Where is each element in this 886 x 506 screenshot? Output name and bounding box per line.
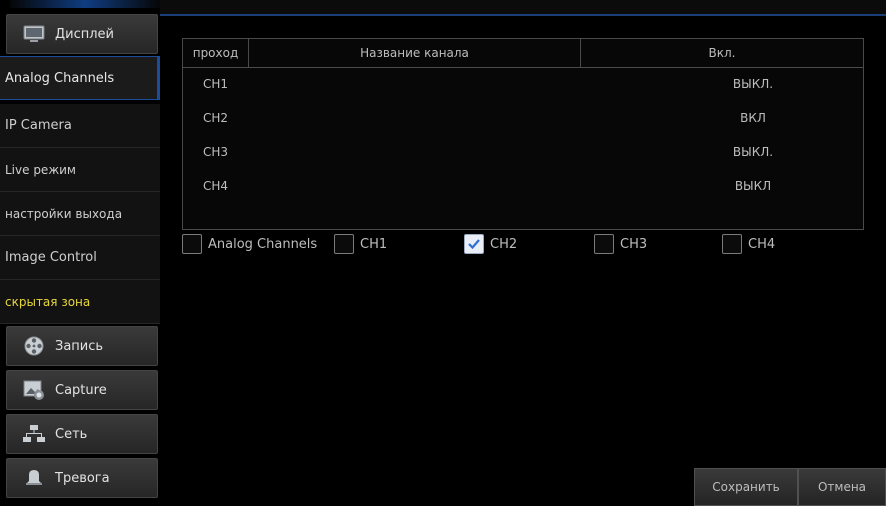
channel-checkboxes: Analog Channels CH1 CH2 CH3 CH4 xyxy=(182,234,882,256)
row-channel: CH2 xyxy=(203,111,229,125)
row-channel: CH4 xyxy=(203,179,229,193)
submenu-privacy-zone-label: скрытая зона xyxy=(5,294,91,309)
table-row[interactable]: CH1 ВЫКЛ. xyxy=(183,69,863,101)
checkbox-box[interactable] xyxy=(722,234,742,254)
menu-display-label: Дисплей xyxy=(55,26,115,42)
cancel-button[interactable]: Отмена xyxy=(798,468,886,506)
row-enabled: ВЫКЛ. xyxy=(732,145,774,159)
table-header: проход Название канала Вкл. xyxy=(183,39,863,68)
table-row[interactable]: CH2 ВКЛ xyxy=(183,103,863,135)
table-row[interactable]: CH3 ВЫКЛ. xyxy=(183,137,863,169)
menu-capture[interactable]: Capture xyxy=(6,370,158,410)
header-channel: проход xyxy=(183,39,249,67)
main-panel: проход Название канала Вкл. CH1 ВЫКЛ. CH… xyxy=(162,16,886,506)
checkbox-ch2[interactable]: CH2 xyxy=(464,234,517,254)
checkbox-analog-channels[interactable]: Analog Channels xyxy=(182,234,317,254)
submenu-live-mode[interactable]: Live режим xyxy=(0,148,160,192)
row-enabled: ВЫКЛ xyxy=(734,179,772,193)
table-row[interactable]: CH4 ВЫКЛ xyxy=(183,171,863,203)
submenu-output-settings[interactable]: настройки выхода xyxy=(0,192,160,236)
menu-alarm[interactable]: Тревога xyxy=(6,458,158,498)
checkbox-label: CH1 xyxy=(360,236,388,252)
menu-alarm-label: Тревога xyxy=(55,470,110,486)
submenu-analog-channels-label: Analog Channels xyxy=(5,70,115,86)
image-capture-icon xyxy=(23,379,45,401)
channels-table: проход Название канала Вкл. CH1 ВЫКЛ. CH… xyxy=(182,38,864,230)
checkbox-label: CH3 xyxy=(620,236,648,252)
film-reel-icon xyxy=(23,335,45,357)
checkbox-label: CH2 xyxy=(490,236,518,252)
top-accent-glow xyxy=(10,0,160,8)
header-channel-name: Название канала xyxy=(249,39,581,67)
checkbox-box[interactable] xyxy=(182,234,202,254)
menu-record-label: Запись xyxy=(55,338,104,354)
header-enabled: Вкл. xyxy=(708,46,736,60)
row-channel: CH1 xyxy=(203,77,229,91)
submenu-output-settings-label: настройки выхода xyxy=(5,206,123,221)
submenu-privacy-zone[interactable]: скрытая зона xyxy=(0,280,160,324)
top-bar xyxy=(160,0,886,16)
submenu-ip-camera-label: IP Camera xyxy=(5,118,72,133)
checkbox-label: CH4 xyxy=(748,236,776,252)
menu-capture-label: Capture xyxy=(55,382,107,398)
monitor-icon xyxy=(23,23,45,45)
row-enabled: ВКЛ xyxy=(740,111,766,125)
save-button[interactable]: Сохранить xyxy=(694,468,798,506)
row-channel: CH3 xyxy=(203,145,229,159)
menu-display[interactable]: Дисплей xyxy=(6,14,158,54)
submenu-image-control[interactable]: Image Control xyxy=(0,236,160,280)
submenu-analog-channels[interactable]: Analog Channels xyxy=(0,56,160,100)
submenu-ip-camera[interactable]: IP Camera xyxy=(0,104,160,148)
menu-record[interactable]: Запись xyxy=(6,326,158,366)
checkbox-box[interactable] xyxy=(594,234,614,254)
sidebar: Дисплей Analog Channels IP Camera Live р… xyxy=(0,14,160,506)
checkmark-icon xyxy=(468,239,480,250)
row-enabled: ВЫКЛ. xyxy=(732,77,774,91)
submenu-image-control-label: Image Control xyxy=(5,250,97,265)
checkbox-box[interactable] xyxy=(334,234,354,254)
menu-network-label: Сеть xyxy=(55,426,88,442)
checkbox-ch1[interactable]: CH1 xyxy=(334,234,387,254)
checkbox-ch3[interactable]: CH3 xyxy=(594,234,647,254)
checkbox-box[interactable] xyxy=(464,234,484,254)
checkbox-ch4[interactable]: CH4 xyxy=(722,234,775,254)
alarm-bell-icon xyxy=(23,467,45,489)
network-icon xyxy=(23,423,45,445)
checkbox-label: Analog Channels xyxy=(208,236,318,252)
submenu-live-mode-label: Live режим xyxy=(5,162,76,177)
menu-network[interactable]: Сеть xyxy=(6,414,158,454)
